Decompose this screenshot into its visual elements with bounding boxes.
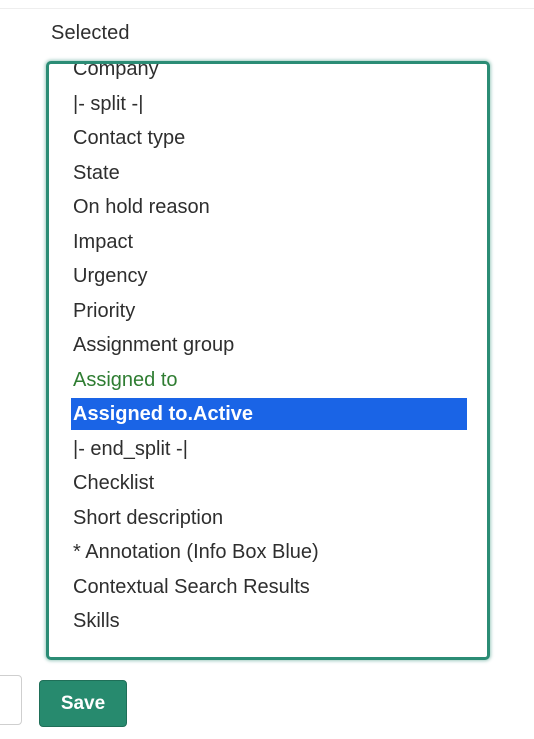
selected-fields-listbox[interactable]: Company |- split -| Contact type State O… — [46, 61, 490, 660]
save-button[interactable]: Save — [39, 680, 127, 727]
list-option[interactable]: State — [49, 156, 487, 191]
selected-list-label: Selected — [51, 22, 130, 44]
top-divider — [0, 0, 534, 9]
list-option[interactable]: On hold reason — [49, 190, 487, 225]
cancel-button-edge[interactable] — [0, 675, 22, 725]
list-option[interactable]: Short description — [49, 501, 487, 536]
list-option[interactable]: Company — [49, 64, 487, 87]
list-option[interactable]: * Annotation (Info Box Blue) — [49, 535, 487, 570]
list-option-assigned-to[interactable]: Assigned to — [49, 363, 487, 398]
list-option[interactable]: Contact type — [49, 121, 487, 156]
list-option[interactable]: Skills — [49, 604, 487, 639]
list-option[interactable]: Checklist — [49, 466, 487, 501]
list-option[interactable]: |- end_split -| — [49, 432, 487, 467]
list-option[interactable]: Assignment group — [49, 328, 487, 363]
list-option-selected[interactable]: Assigned to.Active — [71, 398, 467, 430]
list-option[interactable]: Contextual Search Results — [49, 570, 487, 605]
list-option[interactable]: Impact — [49, 225, 487, 260]
list-option[interactable]: |- split -| — [49, 87, 487, 122]
selected-fields-options: Company |- split -| Contact type State O… — [49, 64, 487, 639]
list-option[interactable]: Priority — [49, 294, 487, 329]
list-option[interactable]: Urgency — [49, 259, 487, 294]
